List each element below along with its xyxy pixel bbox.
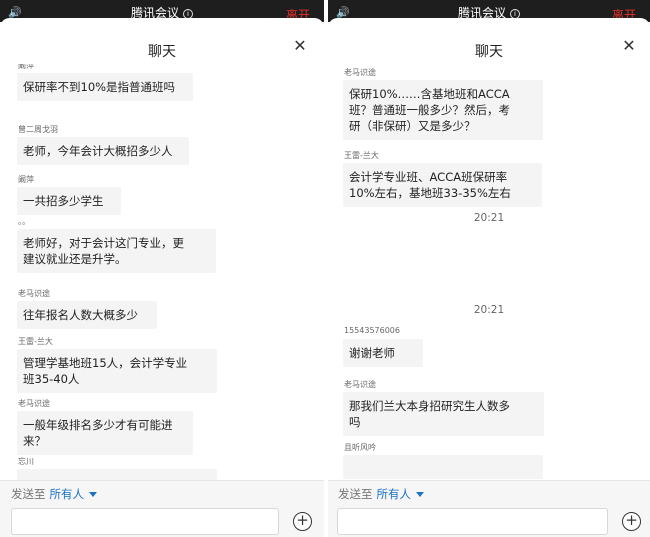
timestamp: 20:21 <box>473 304 505 316</box>
message-sender: 阚萍 <box>18 64 34 70</box>
message-bubble[interactable]: 谢谢老师 <box>343 339 423 367</box>
composer: 发送至 所有人 + <box>328 480 650 537</box>
message-line: 一共招多少学生 <box>23 194 104 208</box>
message-line: 谢谢老师 <box>349 346 395 360</box>
close-icon[interactable]: ✕ <box>292 38 308 54</box>
message-line: 一般年级排名多少才有可能进 <box>23 418 173 432</box>
message-sender: 15543576006 <box>344 326 400 335</box>
message-bubble[interactable]: 老师好，对于会计这门专业，更 建议就业还是升学。 <box>17 229 216 273</box>
message-bubble[interactable]: 保研率不到10%是指普通班吗 <box>17 73 193 101</box>
message-line: 保研10%……含基地班和ACCA <box>349 87 510 101</box>
message-bubble[interactable]: 管理学基地班15人，会计学专业 班35-40人 <box>17 349 217 393</box>
chat-header: 聊天 ✕ <box>0 18 324 64</box>
message-list[interactable]: 老马识途 保研10%……含基地班和ACCA 班？普通班一般多少？然后，考 研（非保研）… <box>328 64 650 480</box>
close-icon[interactable]: ✕ <box>621 38 637 54</box>
message-bubble[interactable]: 保研10%……含基地班和ACCA 班？普通班一般多少？然后，考 研（非保研）又是多少… <box>343 80 543 140</box>
message-input[interactable] <box>337 508 608 535</box>
message-line: 建议就业还是升学。 <box>23 252 127 266</box>
message-line: 老师好，对于会计这门专业，更 <box>23 236 184 250</box>
message-bubble[interactable]: 往年报名人数大概多少 <box>17 301 157 329</box>
send-to-selector[interactable]: 发送至 所有人 <box>11 486 97 502</box>
recipient-value[interactable]: 所有人 <box>50 487 85 501</box>
message-sender: 老马识途 <box>344 68 376 77</box>
message-line: 那我们兰大本身招研究生人数多 <box>349 399 510 413</box>
chat-title: 聊天 <box>148 44 176 60</box>
caret-down-icon[interactable] <box>416 492 424 497</box>
message-sender: 老马识途 <box>344 380 376 389</box>
message-line: 会计学专业班、ACCA班保研率 <box>349 170 508 184</box>
message-bubble[interactable]: 一共招多少学生 <box>17 187 121 215</box>
message-line <box>349 461 537 473</box>
message-line: 来？ <box>23 434 46 448</box>
message-bubble[interactable]: 一般年级排名多少才有可能进 来？ <box>17 411 193 455</box>
chat-title: 聊天 <box>475 44 503 60</box>
message-line: 吗 <box>349 415 361 429</box>
message-bubble[interactable]: 那我们兰大本身招研究生人数多吗 <box>343 392 544 436</box>
recipient-value[interactable]: 所有人 <box>377 487 412 501</box>
message-sender: 阚萍 <box>18 175 34 184</box>
send-to-selector[interactable]: 发送至 所有人 <box>338 486 424 502</box>
chat-panel-left: 🔊 腾讯会议 i 离开 聊天 ✕ 阚萍 保研率不到10%是指普通班吗 曾二周戈羽 老师，… <box>0 0 324 537</box>
timestamp: 20:21 <box>473 212 505 224</box>
send-to-label: 发送至 <box>11 487 46 501</box>
message-sender: 忘川 <box>18 457 34 466</box>
message-bubble[interactable] <box>17 469 217 480</box>
message-sender: 曾二周戈羽 <box>18 125 58 134</box>
message-line: 老师，今年会计大概招多少人 <box>23 144 173 158</box>
message-bubble[interactable]: 老师，今年会计大概招多少人 <box>17 137 189 165</box>
message-sender: 且听风吟 <box>344 443 376 452</box>
message-line: 班35-40人 <box>23 372 80 386</box>
plus-icon[interactable]: + <box>293 512 312 531</box>
message-list[interactable]: 阚萍 保研率不到10%是指普通班吗 曾二周戈羽 老师，今年会计大概招多少人 阚萍 一共招多… <box>0 64 324 480</box>
message-line: 研（非保研）又是多少？ <box>349 119 476 133</box>
message-line: 管理学基地班15人，会计学专业 <box>23 356 188 370</box>
message-bubble[interactable] <box>343 455 543 479</box>
message-sender: 王雷-兰大 <box>18 337 53 346</box>
caret-down-icon[interactable] <box>89 492 97 497</box>
message-input[interactable] <box>11 508 279 535</box>
plus-icon[interactable]: + <box>622 512 641 531</box>
message-line: 10%左右，基地班33-35%左右 <box>349 186 511 200</box>
chat-sheet: 聊天 ✕ 老马识途 保研10%……含基地班和ACCA 班？普通班一般多少？然后，考研… <box>328 18 650 537</box>
message-sender: 。。 <box>18 217 30 226</box>
message-sender: 老马识途 <box>18 399 50 408</box>
chat-panel-right: 🔊 腾讯会议 i 离开 聊天 ✕ 老马识途 保研10%……含基地班和ACCA 班？普通… <box>328 0 650 537</box>
message-line: 往年报名人数大概多少 <box>23 308 138 322</box>
message-bubble[interactable]: 会计学专业班、ACCA班保研率 10%左右，基地班33-35%左右 <box>343 163 542 207</box>
message-line: 保研率不到10%是指普通班吗 <box>23 80 176 94</box>
chat-sheet: 聊天 ✕ 阚萍 保研率不到10%是指普通班吗 曾二周戈羽 老师，今年会计大概招多少人阚… <box>0 18 324 537</box>
message-sender: 王雷-兰大 <box>344 151 379 160</box>
composer: 发送至 所有人 + <box>0 480 324 537</box>
send-to-label: 发送至 <box>338 487 373 501</box>
message-sender: 老马识途 <box>18 289 50 298</box>
chat-header: 聊天 ✕ <box>328 18 650 64</box>
message-line: 班？普通班一般多少？然后，考 <box>349 103 510 117</box>
